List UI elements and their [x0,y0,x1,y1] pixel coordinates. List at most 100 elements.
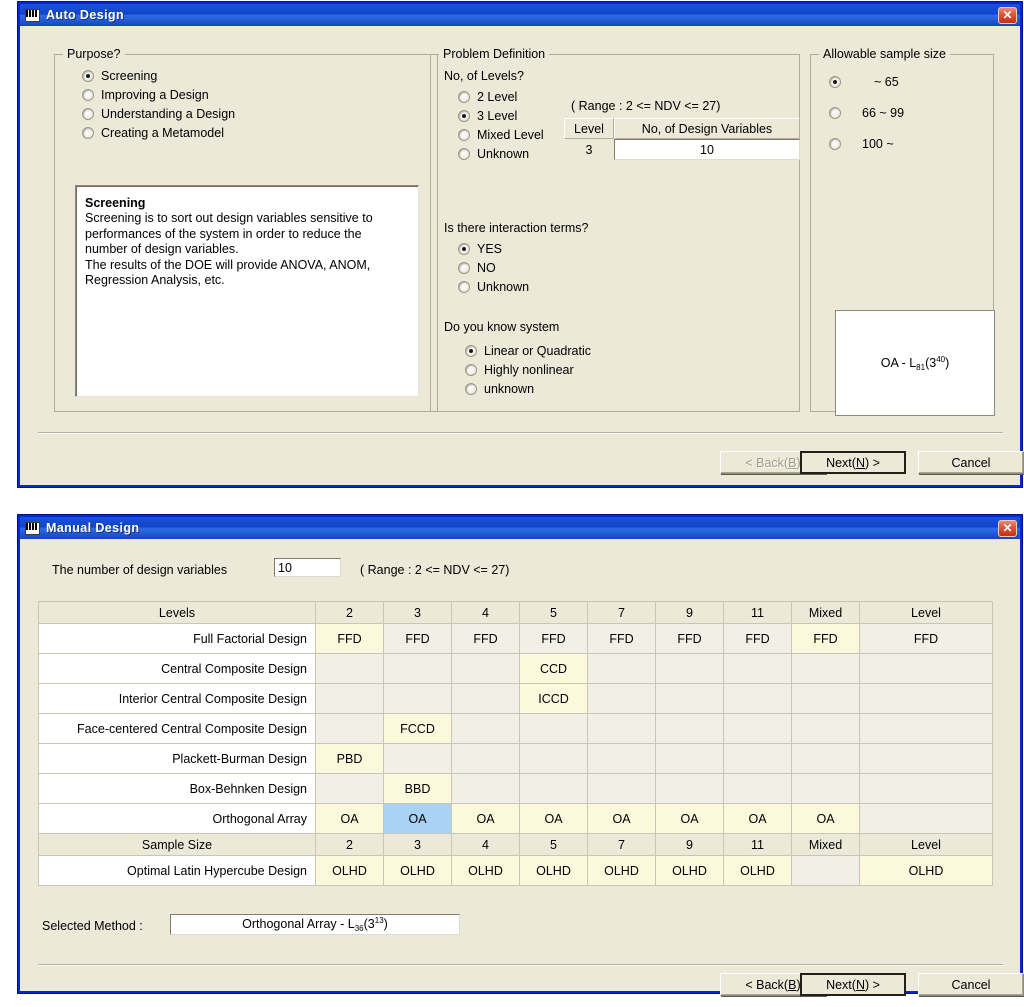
system-option-highly-nonlinear[interactable]: Highly nonlinear [465,363,591,377]
radio-icon [458,243,470,255]
footer-divider [38,432,1003,434]
purpose-option-label: Understanding a Design [101,107,236,121]
radio-icon [458,281,470,293]
design-cell-ffd[interactable]: FFD [451,623,520,654]
radio-icon [82,108,94,120]
manual-design-titlebar[interactable]: Manual Design ✕ [20,517,1020,539]
cancel-button[interactable]: Cancel [918,451,1024,474]
purpose-group: Purpose? Screening Improving a Design Un… [54,47,438,412]
auto-design-window: Auto Design ✕ Purpose? Screening Improvi… [18,2,1024,487]
level-option-2-level[interactable]: 2 Level [458,90,544,104]
design-cell-empty [383,683,452,714]
ndv-input[interactable]: 10 [614,139,800,160]
design-cell-olhd[interactable]: OLHD [451,855,520,886]
design-cell-olhd[interactable]: OLHD [383,855,452,886]
cancel-button[interactable]: Cancel [918,973,1024,996]
design-cell-oa[interactable]: OA [451,803,520,834]
description-line: performances of the system in order to r… [85,226,362,241]
radio-icon [829,138,841,150]
interaction-option-yes[interactable]: YES [458,242,529,256]
sample-size-column-header: 4 [451,833,520,856]
sample-size-option-label: 100 ~ [862,137,894,151]
manual-design-window: Manual Design ✕ The number of design var… [18,515,1024,996]
design-cell-ffd[interactable]: FFD [791,623,860,654]
design-cell-ffd[interactable]: FFD [723,623,792,654]
design-cell-empty [451,713,520,744]
interaction-terms-label: Is there interaction terms? [444,221,589,235]
design-method-label: Central Composite Design [38,653,316,684]
sample-size-column-header: 5 [519,833,588,856]
design-cell-ffd[interactable]: FFD [859,623,993,654]
purpose-legend: Purpose? [63,47,125,61]
design-cell-ccd[interactable]: CCD [519,653,588,684]
description-line: The results of the DOE will provide ANOV… [85,257,371,272]
purpose-option-improving-a-design[interactable]: Improving a Design [82,88,235,102]
design-cell-oa[interactable]: OA [519,803,588,834]
level-option-unknown[interactable]: Unknown [458,147,544,161]
ndv-input[interactable]: 10 [274,558,341,577]
auto-design-titlebar[interactable]: Auto Design ✕ [20,4,1020,26]
level-option-mixed-level[interactable]: Mixed Level [458,128,544,142]
table-row: Face-centered Central Composite Design FC… [38,713,993,744]
design-cell-bbd[interactable]: BBD [383,773,452,804]
design-cell-ffd[interactable]: FFD [587,623,656,654]
purpose-option-screening[interactable]: Screening [82,69,235,83]
design-cell-oa[interactable]: OA [587,803,656,834]
design-cell-olhd[interactable]: OLHD [655,855,724,886]
levels-column-header: 3 [383,601,452,624]
design-cell-iccd[interactable]: ICCD [519,683,588,714]
ndv-range-note: ( Range : 2 <= NDV <= 27) [360,563,510,577]
design-cell-olhd[interactable]: OLHD [723,855,792,886]
design-cell-empty [859,683,993,714]
radio-icon [458,129,470,141]
levels-column-header: 4 [451,601,520,624]
next-button[interactable]: Next(N) > [800,451,906,474]
levels-corner-header: Levels [38,601,316,624]
design-cell-ffd[interactable]: FFD [383,623,452,654]
design-cell-empty [315,773,384,804]
table-row: Box-Behnken Design BBD [38,773,993,804]
design-cell-ffd[interactable]: FFD [519,623,588,654]
design-cell-ffd[interactable]: FFD [315,623,384,654]
design-cell-oa[interactable]: OA [655,803,724,834]
design-cell-pbd[interactable]: PBD [315,743,384,774]
design-method-label: Face-centered Central Composite Design [38,713,316,744]
design-method-label: Box-Behnken Design [38,773,316,804]
design-method-label: Full Factorial Design [38,623,316,654]
design-cell-oa[interactable]: OA [723,803,792,834]
level-option-3-level[interactable]: 3 Level [458,109,544,123]
levels-column-header: 7 [587,601,656,624]
level-option-label: 3 Level [477,109,518,123]
system-option-linear-or-quadratic[interactable]: Linear or Quadratic [465,344,591,358]
close-icon[interactable]: ✕ [998,6,1017,24]
table-row: Full Factorial Design FFD FFD FFD FFD FFD FFD F… [38,623,993,654]
sample-size-column-header: 2 [315,833,384,856]
manual-design-client: The number of design variables 10 ( Rang… [20,539,1024,996]
purpose-option-understanding-a-design[interactable]: Understanding a Design [82,107,235,121]
sample-size-option-66-99[interactable]: 66 ~ 99 [829,106,904,120]
radio-icon [465,345,477,357]
close-icon[interactable]: ✕ [998,519,1017,537]
design-cell-olhd[interactable]: OLHD [519,855,588,886]
design-cell-olhd[interactable]: OLHD [315,855,384,886]
design-cell-olhd[interactable]: OLHD [587,855,656,886]
system-option-unknown[interactable]: unknown [465,382,591,396]
interaction-option-unknown[interactable]: Unknown [458,280,529,294]
design-cell-empty [315,653,384,684]
design-cell-oa[interactable]: OA [315,803,384,834]
design-cell-ffd[interactable]: FFD [655,623,724,654]
sample-size-option-under-65[interactable]: ~ 65 [829,75,904,89]
interaction-option-no[interactable]: NO [458,261,529,275]
levels-column-header: 5 [519,601,588,624]
design-cell-empty [859,773,993,804]
interaction-option-label: YES [477,242,503,256]
design-cell-oa[interactable]: OA [383,803,452,834]
design-cell-oa[interactable]: OA [791,803,860,834]
purpose-option-creating-a-metamodel[interactable]: Creating a Metamodel [82,126,235,140]
design-cell-fccd[interactable]: FCCD [383,713,452,744]
design-cell-empty [519,713,588,744]
next-button[interactable]: Next(N) > [800,973,906,996]
design-method-label: Plackett-Burman Design [38,743,316,774]
design-cell-olhd[interactable]: OLHD [859,855,993,886]
sample-size-option-100-plus[interactable]: 100 ~ [829,137,904,151]
